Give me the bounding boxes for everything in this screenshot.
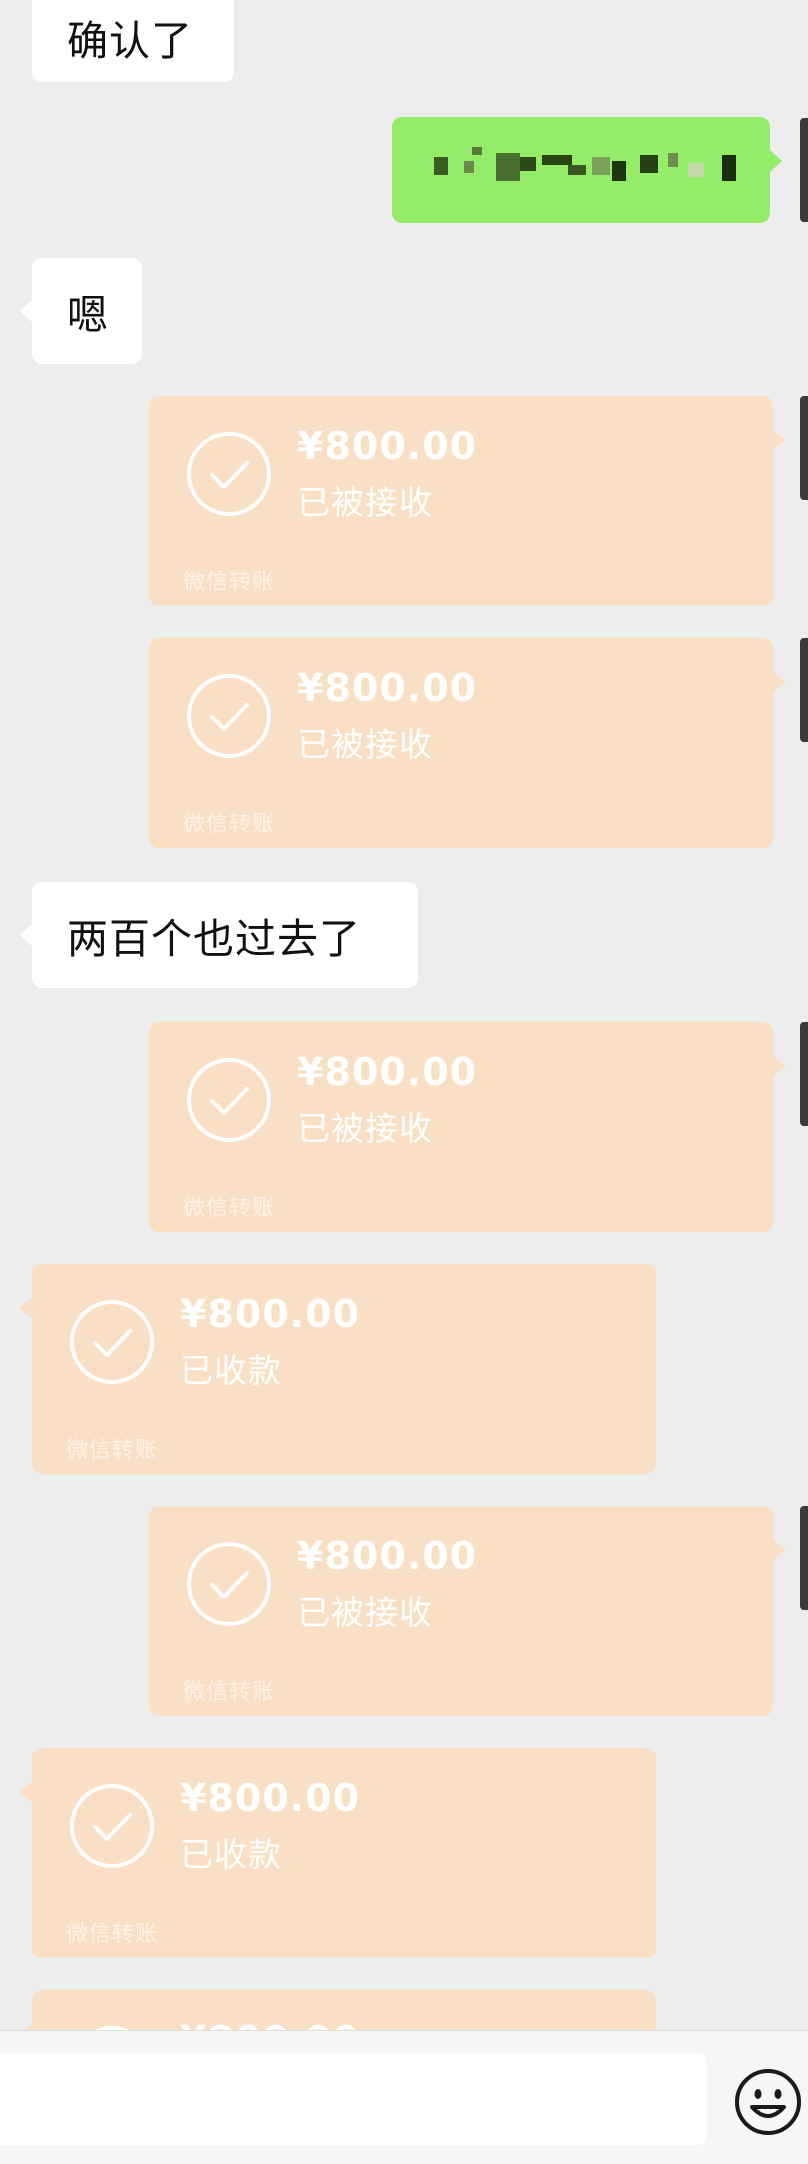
transfer-card-outgoing[interactable]: ¥800.00 已被接收 微信转账 <box>149 1506 773 1716</box>
transfer-status: 已被接收 <box>297 483 433 522</box>
transfer-status: 已收款 <box>180 1835 282 1874</box>
pixelated-text <box>392 117 770 223</box>
check-circle-icon <box>187 674 271 758</box>
bubble-tail <box>773 672 786 692</box>
transfer-card-outgoing[interactable]: ¥800.00 已被接收 微信转账 <box>149 396 773 606</box>
avatar[interactable] <box>800 638 808 742</box>
transfer-amount: ¥800.00 <box>180 1776 361 1820</box>
avatar[interactable] <box>800 396 808 500</box>
transfer-status: 已被接收 <box>297 1593 433 1632</box>
transfer-amount: ¥800.00 <box>297 424 478 468</box>
avatar[interactable] <box>800 1022 808 1126</box>
message-bubble-outgoing[interactable] <box>392 117 770 223</box>
transfer-card-incoming[interactable]: ¥800.00 已收款 微信转账 <box>32 1748 656 1958</box>
bubble-tail <box>773 430 786 450</box>
check-circle-icon <box>187 432 271 516</box>
check-circle-icon <box>187 1058 271 1142</box>
bubble-tail <box>19 1298 32 1318</box>
check-circle-icon <box>70 1784 154 1868</box>
transfer-status: 已被接收 <box>297 1109 433 1148</box>
bubble-tail <box>773 1056 786 1076</box>
transfer-status: 已收款 <box>180 1351 282 1390</box>
transfer-card-incoming[interactable]: ¥800.00 已收款 微信转账 <box>32 1264 656 1474</box>
transfer-card-outgoing[interactable]: ¥800.00 已被接收 微信转账 <box>149 1022 773 1232</box>
transfer-amount: ¥800.00 <box>180 1292 361 1336</box>
avatar[interactable] <box>800 118 808 222</box>
message-text: 两百个也过去了 <box>67 915 361 963</box>
message-bubble-incoming[interactable]: 确认了 <box>32 0 234 82</box>
bubble-tail <box>770 150 782 172</box>
message-bubble-incoming[interactable]: 嗯 <box>32 258 142 364</box>
avatar[interactable] <box>800 1506 808 1610</box>
transfer-card-outgoing[interactable]: ¥800.00 已被接收 微信转账 <box>149 638 773 848</box>
bubble-tail <box>20 300 32 322</box>
message-text: 确认了 <box>67 17 193 65</box>
transfer-amount: ¥800.00 <box>297 1050 478 1094</box>
transfer-label: 微信转账 <box>183 570 276 595</box>
transfer-label: 微信转账 <box>66 1438 159 1463</box>
transfer-amount: ¥800.00 <box>297 666 478 710</box>
chat-screen: 确认了 嗯 ¥800.00 已被接收 微信转账 ¥800.00 已被接收 微信转… <box>0 0 808 2164</box>
message-text: 嗯 <box>67 291 109 339</box>
message-input-bar <box>0 2030 808 2164</box>
transfer-label: 微信转账 <box>183 812 276 837</box>
check-circle-icon <box>70 1300 154 1384</box>
message-bubble-incoming[interactable]: 两百个也过去了 <box>32 882 418 988</box>
bubble-tail <box>19 1782 32 1802</box>
transfer-label: 微信转账 <box>66 1922 159 1947</box>
smiley-face-icon[interactable] <box>733 2067 803 2137</box>
bubble-tail <box>773 1540 786 1560</box>
bubble-tail <box>20 924 32 946</box>
check-circle-icon <box>187 1542 271 1626</box>
transfer-amount: ¥800.00 <box>297 1534 478 1578</box>
message-input[interactable] <box>0 2053 706 2145</box>
transfer-label: 微信转账 <box>183 1680 276 1705</box>
transfer-status: 已被接收 <box>297 725 433 764</box>
transfer-label: 微信转账 <box>183 1196 276 1221</box>
